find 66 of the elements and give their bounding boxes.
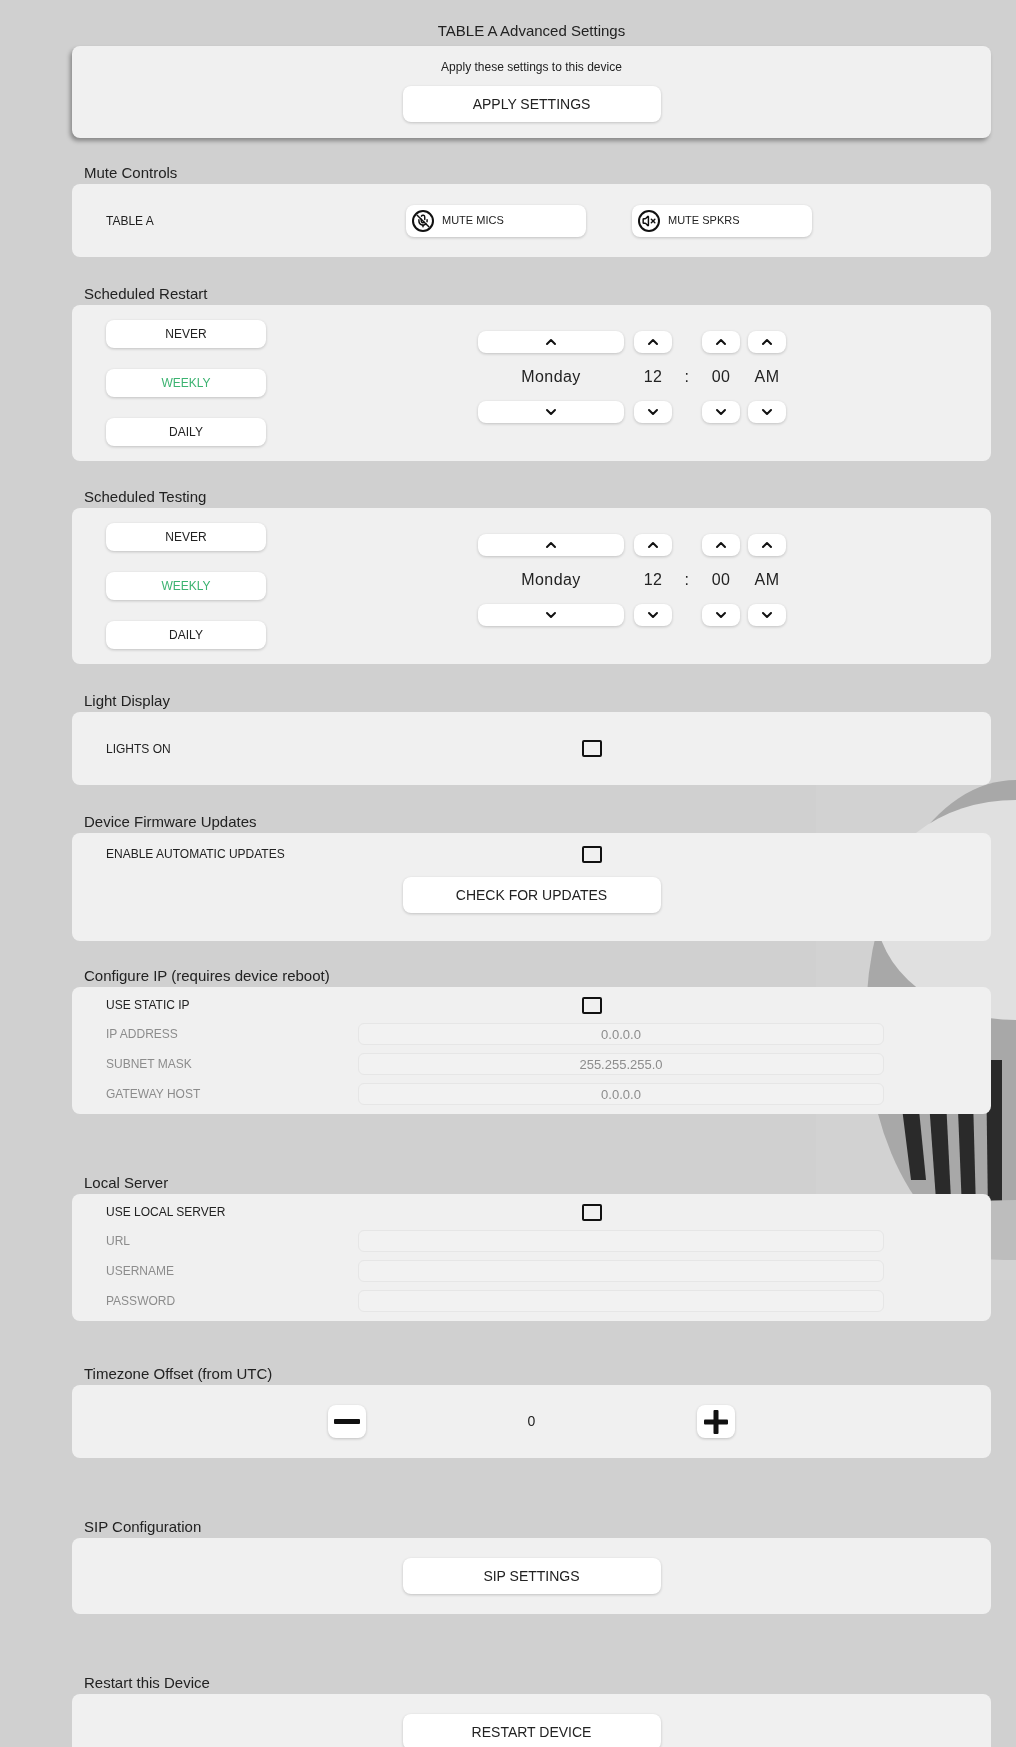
day-value: Monday <box>520 367 582 387</box>
increase-button[interactable] <box>697 1405 736 1438</box>
decrease-button[interactable] <box>748 401 786 423</box>
decrease-button[interactable] <box>748 604 786 626</box>
checkbox[interactable] <box>582 996 602 1014</box>
apply-settings-button[interactable]: APPLY SETTINGS <box>402 86 661 122</box>
hour-value: 12 <box>642 570 664 590</box>
increase-button[interactable] <box>702 534 740 556</box>
section-heading: Restart this Device <box>83 1673 211 1693</box>
mic-off-icon <box>412 209 434 232</box>
section-heading: Device Firmware Updates <box>83 812 258 832</box>
section-heading: Mute Controls <box>83 163 179 183</box>
minus-icon <box>333 1419 360 1424</box>
section-heading: Timezone Offset (from UTC) <box>83 1364 274 1384</box>
decrease-button[interactable] <box>702 604 740 626</box>
frequency-option[interactable]: DAILY <box>106 621 266 649</box>
check-updates-button[interactable]: CHECK FOR UPDATES <box>402 877 661 913</box>
mute-button[interactable]: MUTE MICS <box>406 204 586 237</box>
frequency-option[interactable]: NEVER <box>106 523 266 551</box>
decrease-button[interactable] <box>634 401 672 423</box>
checkbox[interactable] <box>582 845 602 863</box>
period-value: AM <box>753 367 781 387</box>
decrease-button[interactable] <box>327 1405 366 1438</box>
section-heading: Scheduled Testing <box>83 487 208 507</box>
increase-button[interactable] <box>748 534 786 556</box>
increase-button[interactable] <box>748 331 786 353</box>
section-heading: Configure IP (requires device reboot) <box>83 966 331 986</box>
section-heading: SIP Configuration <box>83 1517 203 1537</box>
time-separator: : <box>683 367 691 387</box>
minute-value: 00 <box>710 570 732 590</box>
mute-button[interactable]: MUTE SPKRS <box>632 204 812 237</box>
checkbox[interactable] <box>582 1203 602 1221</box>
apply-description: Apply these settings to this device <box>441 59 622 76</box>
increase-button[interactable] <box>634 534 672 556</box>
action-button[interactable]: SIP SETTINGS <box>402 1558 661 1594</box>
frequency-option[interactable]: NEVER <box>106 320 266 348</box>
hour-value: 12 <box>642 367 664 387</box>
action-button[interactable]: RESTART DEVICE <box>402 1714 661 1747</box>
minute-value: 00 <box>710 367 732 387</box>
field-label: URL <box>106 1233 131 1250</box>
section-heading: Local Server <box>83 1173 170 1193</box>
page-title: TABLE A Advanced Settings <box>436 21 627 41</box>
field-label: IP ADDRESS <box>106 1026 179 1043</box>
period-value: AM <box>753 570 781 590</box>
device-label: TABLE A <box>106 212 155 230</box>
checkbox[interactable] <box>582 740 602 757</box>
option-label: USE LOCAL SERVER <box>106 1204 227 1221</box>
option-label: ENABLE AUTOMATIC UPDATES <box>106 846 286 863</box>
section-heading: Light Display <box>83 691 171 711</box>
day-value: Monday <box>520 570 582 590</box>
field-label: USERNAME <box>106 1263 175 1280</box>
speaker-muted-icon <box>638 209 660 232</box>
decrease-button[interactable] <box>702 401 740 423</box>
decrease-button[interactable] <box>634 604 672 626</box>
plus-icon <box>704 1409 729 1434</box>
option-label: LIGHTS ON <box>106 740 172 758</box>
time-separator: : <box>683 570 691 590</box>
section-heading: Scheduled Restart <box>83 284 209 304</box>
field-label: PASSWORD <box>106 1293 177 1310</box>
increase-button[interactable] <box>702 331 740 353</box>
option-label: USE STATIC IP <box>106 997 191 1014</box>
increase-button[interactable] <box>634 331 672 353</box>
offset-value: 0 <box>527 1412 536 1431</box>
frequency-option[interactable]: DAILY <box>106 418 266 446</box>
field-label: SUBNET MASK <box>106 1056 193 1073</box>
field-label: GATEWAY HOST <box>106 1086 202 1103</box>
